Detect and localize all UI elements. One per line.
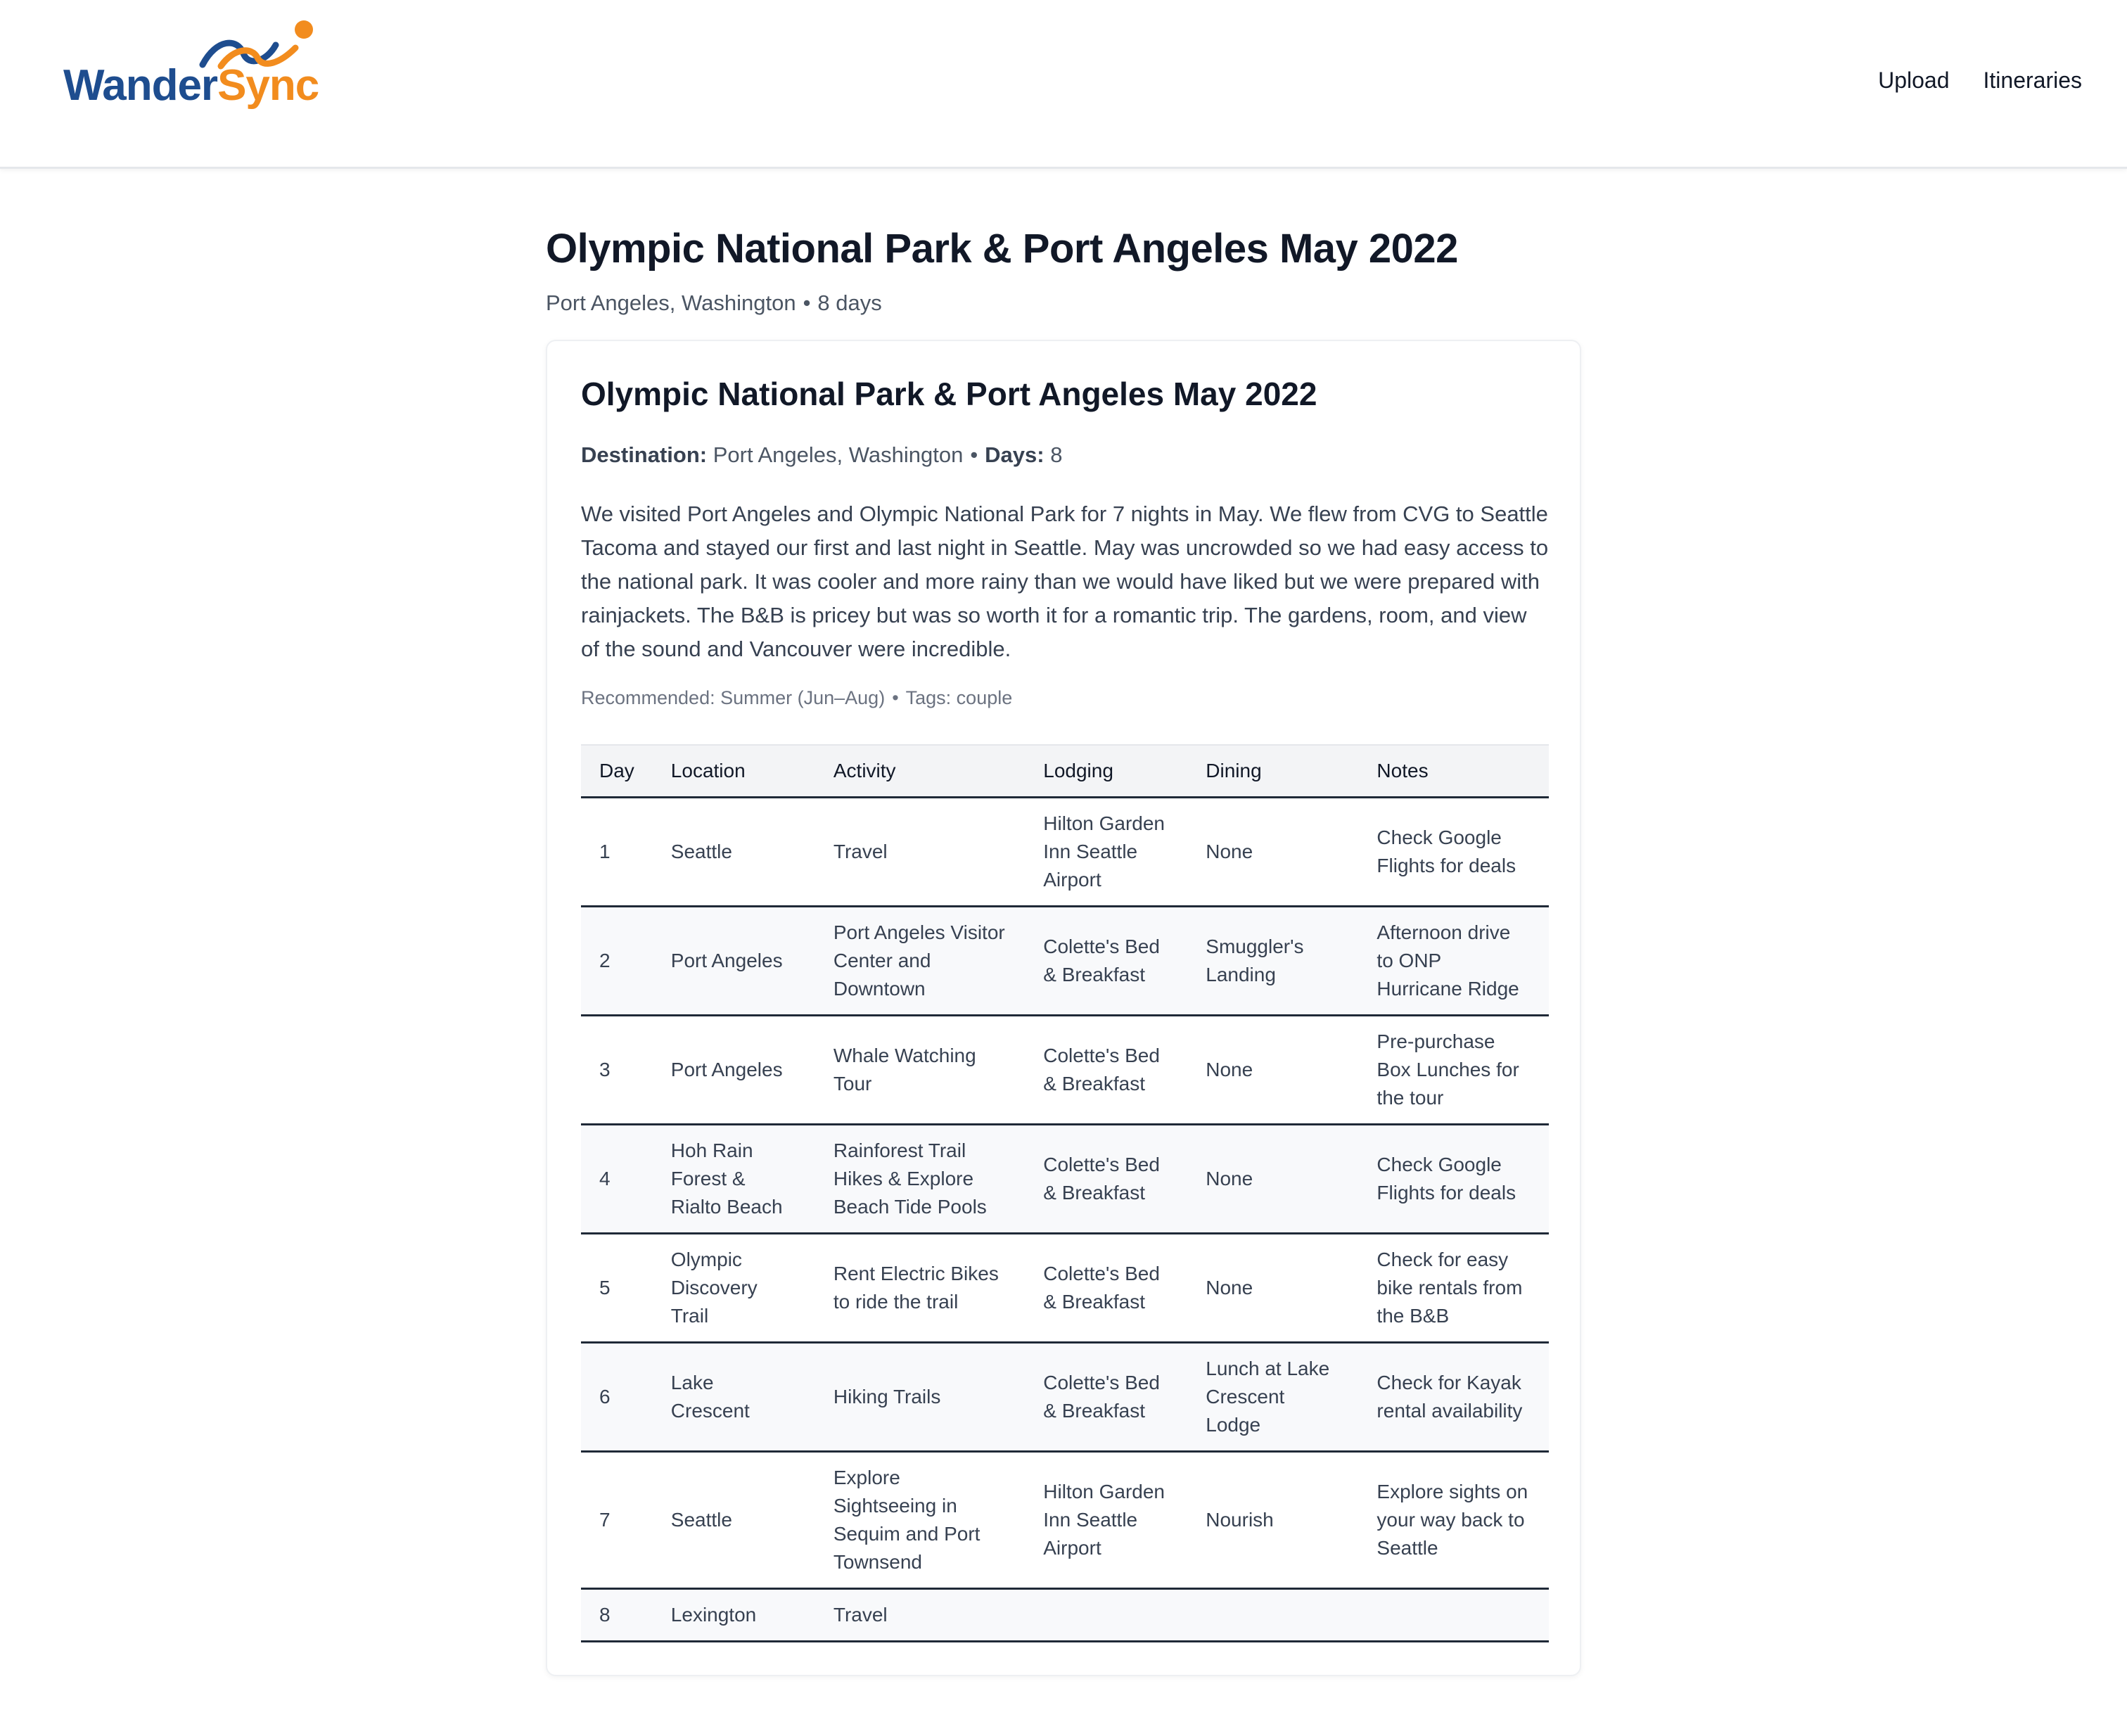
cell-location: Seattle — [652, 1451, 815, 1590]
table-row: 5 Olympic Discovery Trail Rent Electric … — [581, 1233, 1549, 1344]
nav-itineraries-link[interactable]: Itineraries — [1984, 68, 2083, 94]
cell-day: 2 — [581, 906, 653, 1016]
cell-lodging: Colette's Bed & Breakfast — [1025, 1342, 1188, 1453]
page-title: Olympic National Park & Port Angeles May… — [546, 226, 1458, 272]
cell-lodging: Colette's Bed & Breakfast — [1025, 1124, 1188, 1234]
cell-notes: Pre-purchase Box Lunches for the tour — [1358, 1015, 1549, 1125]
cell-notes — [1358, 1588, 1549, 1642]
cell-dining: None — [1187, 1124, 1359, 1234]
cell-dining: Nourish — [1187, 1451, 1359, 1590]
cell-day: 7 — [581, 1451, 653, 1590]
cell-location: Seattle — [652, 797, 815, 907]
cell-activity: Whale Watching Tour — [815, 1015, 1026, 1125]
cell-location: Port Angeles — [652, 906, 815, 1016]
top-nav: Upload Itineraries — [1878, 68, 2082, 94]
cell-location: Hoh Rain Forest & Rialto Beach — [652, 1124, 815, 1234]
page-duration: 8 days — [817, 291, 882, 315]
col-header-activity: Activity — [815, 744, 1026, 798]
col-header-lodging: Lodging — [1025, 744, 1188, 798]
cell-location: Port Angeles — [652, 1015, 815, 1125]
cell-activity: Hiking Trails — [815, 1342, 1026, 1453]
trip-recommendation: Recommended: Summer (Jun–Aug) • Tags: coup… — [581, 687, 1546, 709]
cell-notes: Explore sights on your way back to Seatt… — [1358, 1451, 1549, 1590]
itinerary-card: Olympic National Park & Port Angeles May… — [546, 340, 1581, 1676]
cell-lodging: Hilton Garden Inn Seattle Airport — [1025, 1451, 1188, 1590]
page-subtitle: Port Angeles, Washington • 8 days — [546, 291, 1581, 316]
cell-day: 8 — [581, 1588, 653, 1642]
table-row: 1 Seattle Travel Hilton Garden Inn Seatt… — [581, 797, 1549, 907]
table-row: 2 Port Angeles Port Angeles Visitor Cent… — [581, 906, 1549, 1016]
cell-activity: Rainforest Trail Hikes & Explore Beach T… — [815, 1124, 1026, 1234]
cell-location: Lake Crescent — [652, 1342, 815, 1453]
card-meta: Destination: Port Angeles, Washington • Da… — [581, 442, 1546, 468]
col-header-day: Day — [581, 744, 653, 798]
cell-dining — [1187, 1588, 1359, 1642]
separator-dot: • — [970, 442, 978, 467]
cell-dining: None — [1187, 797, 1359, 907]
site-header: WanderSync Upload Itineraries — [0, 0, 2127, 169]
nav-upload-link[interactable]: Upload — [1878, 68, 1949, 94]
cell-location: Lexington — [652, 1588, 815, 1642]
cell-day: 4 — [581, 1124, 653, 1234]
cell-lodging: Colette's Bed & Breakfast — [1025, 1015, 1188, 1125]
separator-dot: • — [892, 687, 899, 708]
cell-notes: Check for Kayak rental availability — [1358, 1342, 1549, 1453]
card-title: Olympic National Park & Port Angeles May… — [581, 376, 1317, 412]
table-row: 6 Lake Crescent Hiking Trails Colette's … — [581, 1342, 1549, 1453]
cell-activity: Explore Sightseeing in Sequim and Port T… — [815, 1451, 1026, 1590]
cell-activity: Travel — [815, 797, 1026, 907]
page-location: Port Angeles, Washington — [546, 291, 796, 315]
cell-activity: Rent Electric Bikes to ride the trail — [815, 1233, 1026, 1344]
table-row: 4 Hoh Rain Forest & Rialto Beach Rainfor… — [581, 1124, 1549, 1234]
cell-day: 1 — [581, 797, 653, 907]
cell-activity: Port Angeles Visitor Center and Downtown — [815, 906, 1026, 1016]
main-content: Olympic National Park & Port Angeles May… — [546, 225, 1581, 1676]
destination-label: Destination: — [581, 442, 708, 467]
trip-tags: Tags: couple — [905, 687, 1013, 708]
table-header-row: Day Location Activity Lodging Dining Not… — [581, 744, 1549, 798]
table-row: 7 Seattle Explore Sightseeing in Sequim … — [581, 1451, 1549, 1590]
cell-lodging: Colette's Bed & Breakfast — [1025, 1233, 1188, 1344]
cell-dining: None — [1187, 1233, 1359, 1344]
table-row: 3 Port Angeles Whale Watching Tour Colet… — [581, 1015, 1549, 1125]
days-label: Days: — [985, 442, 1045, 467]
cell-notes: Check for easy bike rentals from the B&B — [1358, 1233, 1549, 1344]
cell-activity: Travel — [815, 1588, 1026, 1642]
cell-dining: Smuggler's Landing — [1187, 906, 1359, 1016]
itinerary-table: Day Location Activity Lodging Dining Not… — [581, 744, 1549, 1642]
separator-dot: • — [803, 291, 811, 315]
cell-dining: None — [1187, 1015, 1359, 1125]
col-header-notes: Notes — [1358, 744, 1549, 798]
destination-value: Port Angeles, Washington — [713, 442, 964, 467]
cell-day: 3 — [581, 1015, 653, 1125]
col-header-location: Location — [652, 744, 815, 798]
cell-lodging — [1025, 1588, 1188, 1642]
wandersync-logo[interactable]: WanderSync — [63, 17, 319, 122]
trip-description: We visited Port Angeles and Olympic Nati… — [581, 502, 1549, 661]
col-header-dining: Dining — [1187, 744, 1359, 798]
cell-lodging: Colette's Bed & Breakfast — [1025, 906, 1188, 1016]
cell-location: Olympic Discovery Trail — [652, 1233, 815, 1344]
days-value: 8 — [1050, 442, 1063, 467]
cell-day: 6 — [581, 1342, 653, 1453]
cell-day: 5 — [581, 1233, 653, 1344]
cell-lodging: Hilton Garden Inn Seattle Airport — [1025, 797, 1188, 907]
cell-notes: Afternoon drive to ONP Hurricane Ridge — [1358, 906, 1549, 1016]
recommended-season: Recommended: Summer (Jun–Aug) — [581, 687, 886, 708]
table-row: 8 Lexington Travel — [581, 1588, 1549, 1642]
cell-dining: Lunch at Lake Crescent Lodge — [1187, 1342, 1359, 1453]
cell-notes: Check Google Flights for deals — [1358, 797, 1549, 907]
cell-notes: Check Google Flights for deals — [1358, 1124, 1549, 1234]
logo-wordmark: WanderSync — [63, 61, 319, 110]
